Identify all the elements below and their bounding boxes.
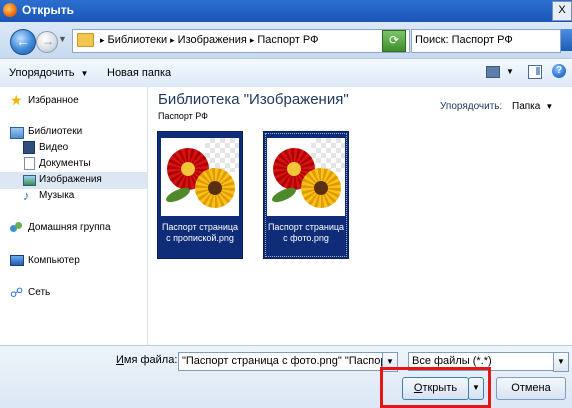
forward-arrow-icon: → (42, 34, 54, 48)
computer-icon (10, 255, 24, 266)
breadcrumb-libraries[interactable]: Библиотеки (108, 34, 168, 46)
arrange-by-label: Упорядочить: (440, 101, 503, 112)
homegroup-icon (10, 221, 23, 234)
breadcrumb-images[interactable]: Изображения (178, 34, 247, 46)
nav-label: Избранное (28, 95, 79, 106)
cancel-button[interactable]: Отмена (496, 377, 566, 400)
nav-label: Изображения (39, 174, 102, 185)
library-icon (10, 127, 24, 139)
nav-item-video[interactable]: Видео (0, 140, 147, 157)
music-icon: ♪ (23, 188, 30, 203)
recent-locations-dropdown[interactable]: ▼ (58, 34, 67, 44)
app-icon (3, 3, 17, 17)
star-icon: ★ (10, 92, 23, 108)
library-title: Библиотека "Изображения" (158, 91, 349, 108)
command-bar: Упорядочить ▼ Новая папка ▼ ? (0, 58, 572, 88)
help-icon[interactable]: ? (552, 64, 566, 78)
filename-field[interactable]: "Паспорт страница с фото.png" "Паспорт с (178, 352, 389, 371)
breadcrumb-path: ▸ Библиотеки ▸ Изображения ▸ Паспорт РФ (100, 34, 319, 46)
nav-item-images[interactable]: Изображения (0, 172, 147, 189)
nav-label: Домашняя группа (28, 222, 111, 233)
nav-item-libraries[interactable]: Библиотеки (0, 124, 147, 141)
close-button[interactable]: X (552, 1, 572, 21)
view-dropdown[interactable]: ▼ (506, 67, 514, 76)
view-icon[interactable] (486, 66, 500, 78)
file-name-line: с пропиской.png (166, 233, 234, 243)
file-thumbnail (267, 138, 345, 216)
forward-button[interactable]: → (36, 31, 58, 53)
nav-item-network[interactable]: ☍ Сеть (0, 285, 147, 302)
nav-item-homegroup[interactable]: Домашняя группа (0, 220, 147, 237)
nav-label: Музыка (39, 190, 75, 201)
organize-button[interactable]: Упорядочить ▼ (9, 67, 88, 79)
nav-item-music[interactable]: ♪ Музыка (0, 188, 147, 205)
filename-label-text: мя файла: (123, 354, 178, 366)
nav-label: Компьютер (28, 255, 80, 266)
file-name-line: Паспорт страница (161, 222, 239, 232)
network-icon: ☍ (10, 285, 24, 300)
title-bar: Открыть X (0, 0, 572, 22)
refresh-icon: ⟳ (388, 33, 400, 47)
nav-label: Видео (39, 142, 69, 153)
dialog-footer: Имя файла: "Паспорт страница с фото.png"… (0, 345, 572, 408)
nav-item-computer[interactable]: Компьютер (0, 253, 147, 270)
search-icon[interactable] (561, 29, 572, 51)
file-thumbnail (161, 138, 239, 216)
filename-label-accel: И (116, 354, 124, 366)
filetype-dropdown[interactable]: ▼ (553, 352, 569, 372)
image-icon (23, 175, 36, 186)
address-row: ← → ▼ ▸ Библиотеки ▸ Изображения ▸ Паспорт РФ… (0, 22, 572, 58)
file-name: Паспорт страница с фото.png (264, 222, 348, 244)
search-box[interactable] (411, 29, 561, 53)
back-arrow-icon: ← (16, 33, 30, 49)
organize-label: Упорядочить (9, 67, 75, 79)
back-button[interactable]: ← (10, 29, 36, 55)
search-input[interactable] (415, 33, 553, 47)
arrange-by-dropdown[interactable]: Папка ▼ (512, 101, 553, 112)
file-name: Паспорт страница с пропиской.png (158, 222, 242, 244)
nav-label: Библиотеки (28, 126, 83, 137)
breadcrumb-passport[interactable]: Паспорт РФ (257, 34, 318, 46)
nav-label: Сеть (28, 287, 51, 298)
video-icon (23, 141, 35, 154)
file-name-line: Паспорт страница (267, 222, 345, 232)
preview-pane-icon[interactable] (528, 65, 542, 79)
nav-item-favorites[interactable]: ★ Избранное (0, 93, 147, 110)
nav-item-documents[interactable]: Документы (0, 156, 147, 173)
folder-icon (77, 33, 94, 47)
file-name-line: с фото.png (283, 233, 329, 243)
library-subtitle: Паспорт РФ (158, 111, 209, 121)
highlight-annotation (380, 367, 491, 408)
nav-label: Документы (39, 158, 91, 169)
file-list-pane: Библиотека "Изображения" Паспорт РФ Упор… (148, 87, 572, 345)
file-item[interactable]: Паспорт страница с пропиской.png (157, 131, 243, 259)
breadcrumb[interactable]: ▸Библиотеки▸Изображения▸Паспорт РФ ▼ (72, 29, 410, 53)
arrange-by-value: Папка (512, 101, 541, 112)
refresh-button[interactable]: ⟳ (382, 30, 406, 52)
document-icon (24, 157, 35, 170)
navigation-pane: ★ Избранное Библиотеки Видео Документы И… (0, 87, 148, 345)
file-item[interactable]: Паспорт страница с фото.png (263, 131, 349, 259)
window-title: Открыть (22, 3, 75, 17)
open-file-dialog: Открыть X ← → ▼ ▸ Библиотеки ▸ Изображения ▸… (0, 0, 572, 408)
filename-label: Имя файла: (116, 354, 177, 366)
new-folder-button[interactable]: Новая папка (107, 67, 171, 79)
